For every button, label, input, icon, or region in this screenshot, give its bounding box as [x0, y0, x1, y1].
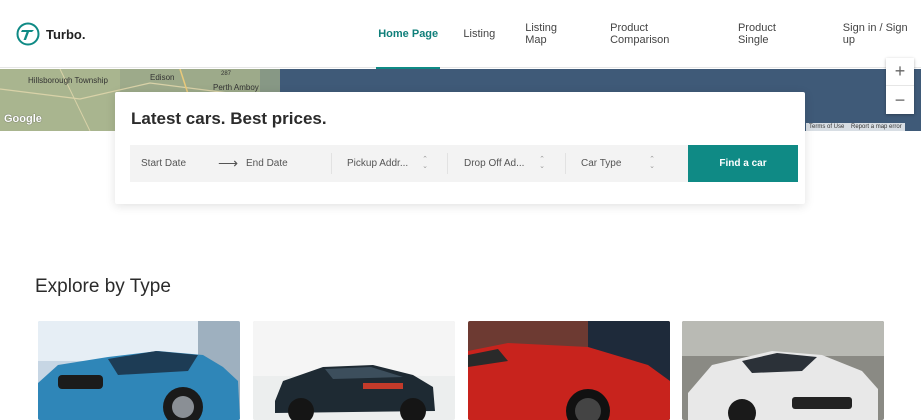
- arrow-right-icon: ⟶: [218, 155, 239, 171]
- car-type-card-red-coupe[interactable]: [468, 321, 670, 420]
- car-type-card-white-sports[interactable]: [682, 321, 884, 420]
- main-nav: Home Page Listing Listing Map Product Co…: [376, 0, 921, 69]
- nav-label: Listing: [463, 28, 496, 40]
- map-zoom-control: + −: [886, 58, 914, 114]
- car-type-card-blue-sedan[interactable]: [38, 321, 240, 420]
- map-route-label: 287: [221, 71, 232, 77]
- search-card: Latest cars. Best prices. Start Date ⟶ E…: [115, 92, 805, 204]
- nav-product-single[interactable]: Product Single: [738, 0, 808, 68]
- nav-product-comparison[interactable]: Product Comparison: [610, 0, 708, 68]
- start-date-field[interactable]: Start Date: [141, 145, 186, 182]
- site-header: Turbo. Home Page Listing Listing Map Pro…: [0, 0, 921, 69]
- select-arrows-icon: ⌃ ⌄: [539, 156, 545, 170]
- search-card-title: Latest cars. Best prices.: [131, 109, 327, 128]
- map-place-label: Edison: [150, 73, 175, 82]
- nav-listing[interactable]: Listing: [463, 0, 495, 68]
- map-place-label: Perth Amboy: [213, 83, 259, 92]
- end-date-field[interactable]: End Date: [246, 145, 288, 182]
- explore-section-title: Explore by Type: [35, 276, 171, 297]
- blue-sedan-image: [38, 321, 240, 420]
- brand-name: Turbo.: [46, 26, 86, 42]
- pickup-address-select[interactable]: Pickup Addr...: [347, 145, 408, 182]
- search-bar: Start Date ⟶ End Date Pickup Addr... ⌃ ⌄ …: [130, 145, 798, 182]
- map-report-link[interactable]: Report a map error: [851, 124, 902, 130]
- turbo-logo-icon: [16, 22, 40, 46]
- nav-label: Home Page: [378, 28, 439, 40]
- nav-home-page[interactable]: Home Page: [376, 0, 441, 69]
- zoom-in-button[interactable]: +: [886, 58, 914, 86]
- nav-listing-map[interactable]: Listing Map: [525, 0, 580, 68]
- google-logo: Google: [4, 113, 42, 125]
- zoom-out-button[interactable]: −: [886, 86, 914, 114]
- red-coupe-image: [468, 321, 670, 420]
- divider: [331, 153, 332, 174]
- nav-label: Sign in / Sign up: [842, 22, 908, 46]
- select-arrows-icon: ⌃ ⌄: [422, 156, 428, 170]
- white-sports-image: [682, 321, 884, 420]
- car-type-card-black-coupe[interactable]: [253, 321, 455, 420]
- divider: [447, 153, 448, 174]
- map-place-label: Hillsborough Township: [28, 76, 108, 85]
- nav-label: Product Comparison: [610, 22, 670, 46]
- map-terms-link[interactable]: Terms of Use: [809, 124, 844, 130]
- brand-logo[interactable]: Turbo.: [16, 22, 85, 46]
- find-car-button[interactable]: Find a car: [688, 145, 798, 182]
- car-type-select[interactable]: Car Type: [581, 145, 621, 182]
- nav-label: Listing Map: [525, 22, 557, 46]
- map-footer: Terms of Use Report a map error: [806, 123, 905, 131]
- select-arrows-icon: ⌃ ⌄: [649, 156, 655, 170]
- dropoff-address-select[interactable]: Drop Off Ad...: [464, 145, 524, 182]
- black-coupe-image: [253, 321, 455, 420]
- divider: [565, 153, 566, 174]
- nav-label: Product Single: [737, 22, 776, 46]
